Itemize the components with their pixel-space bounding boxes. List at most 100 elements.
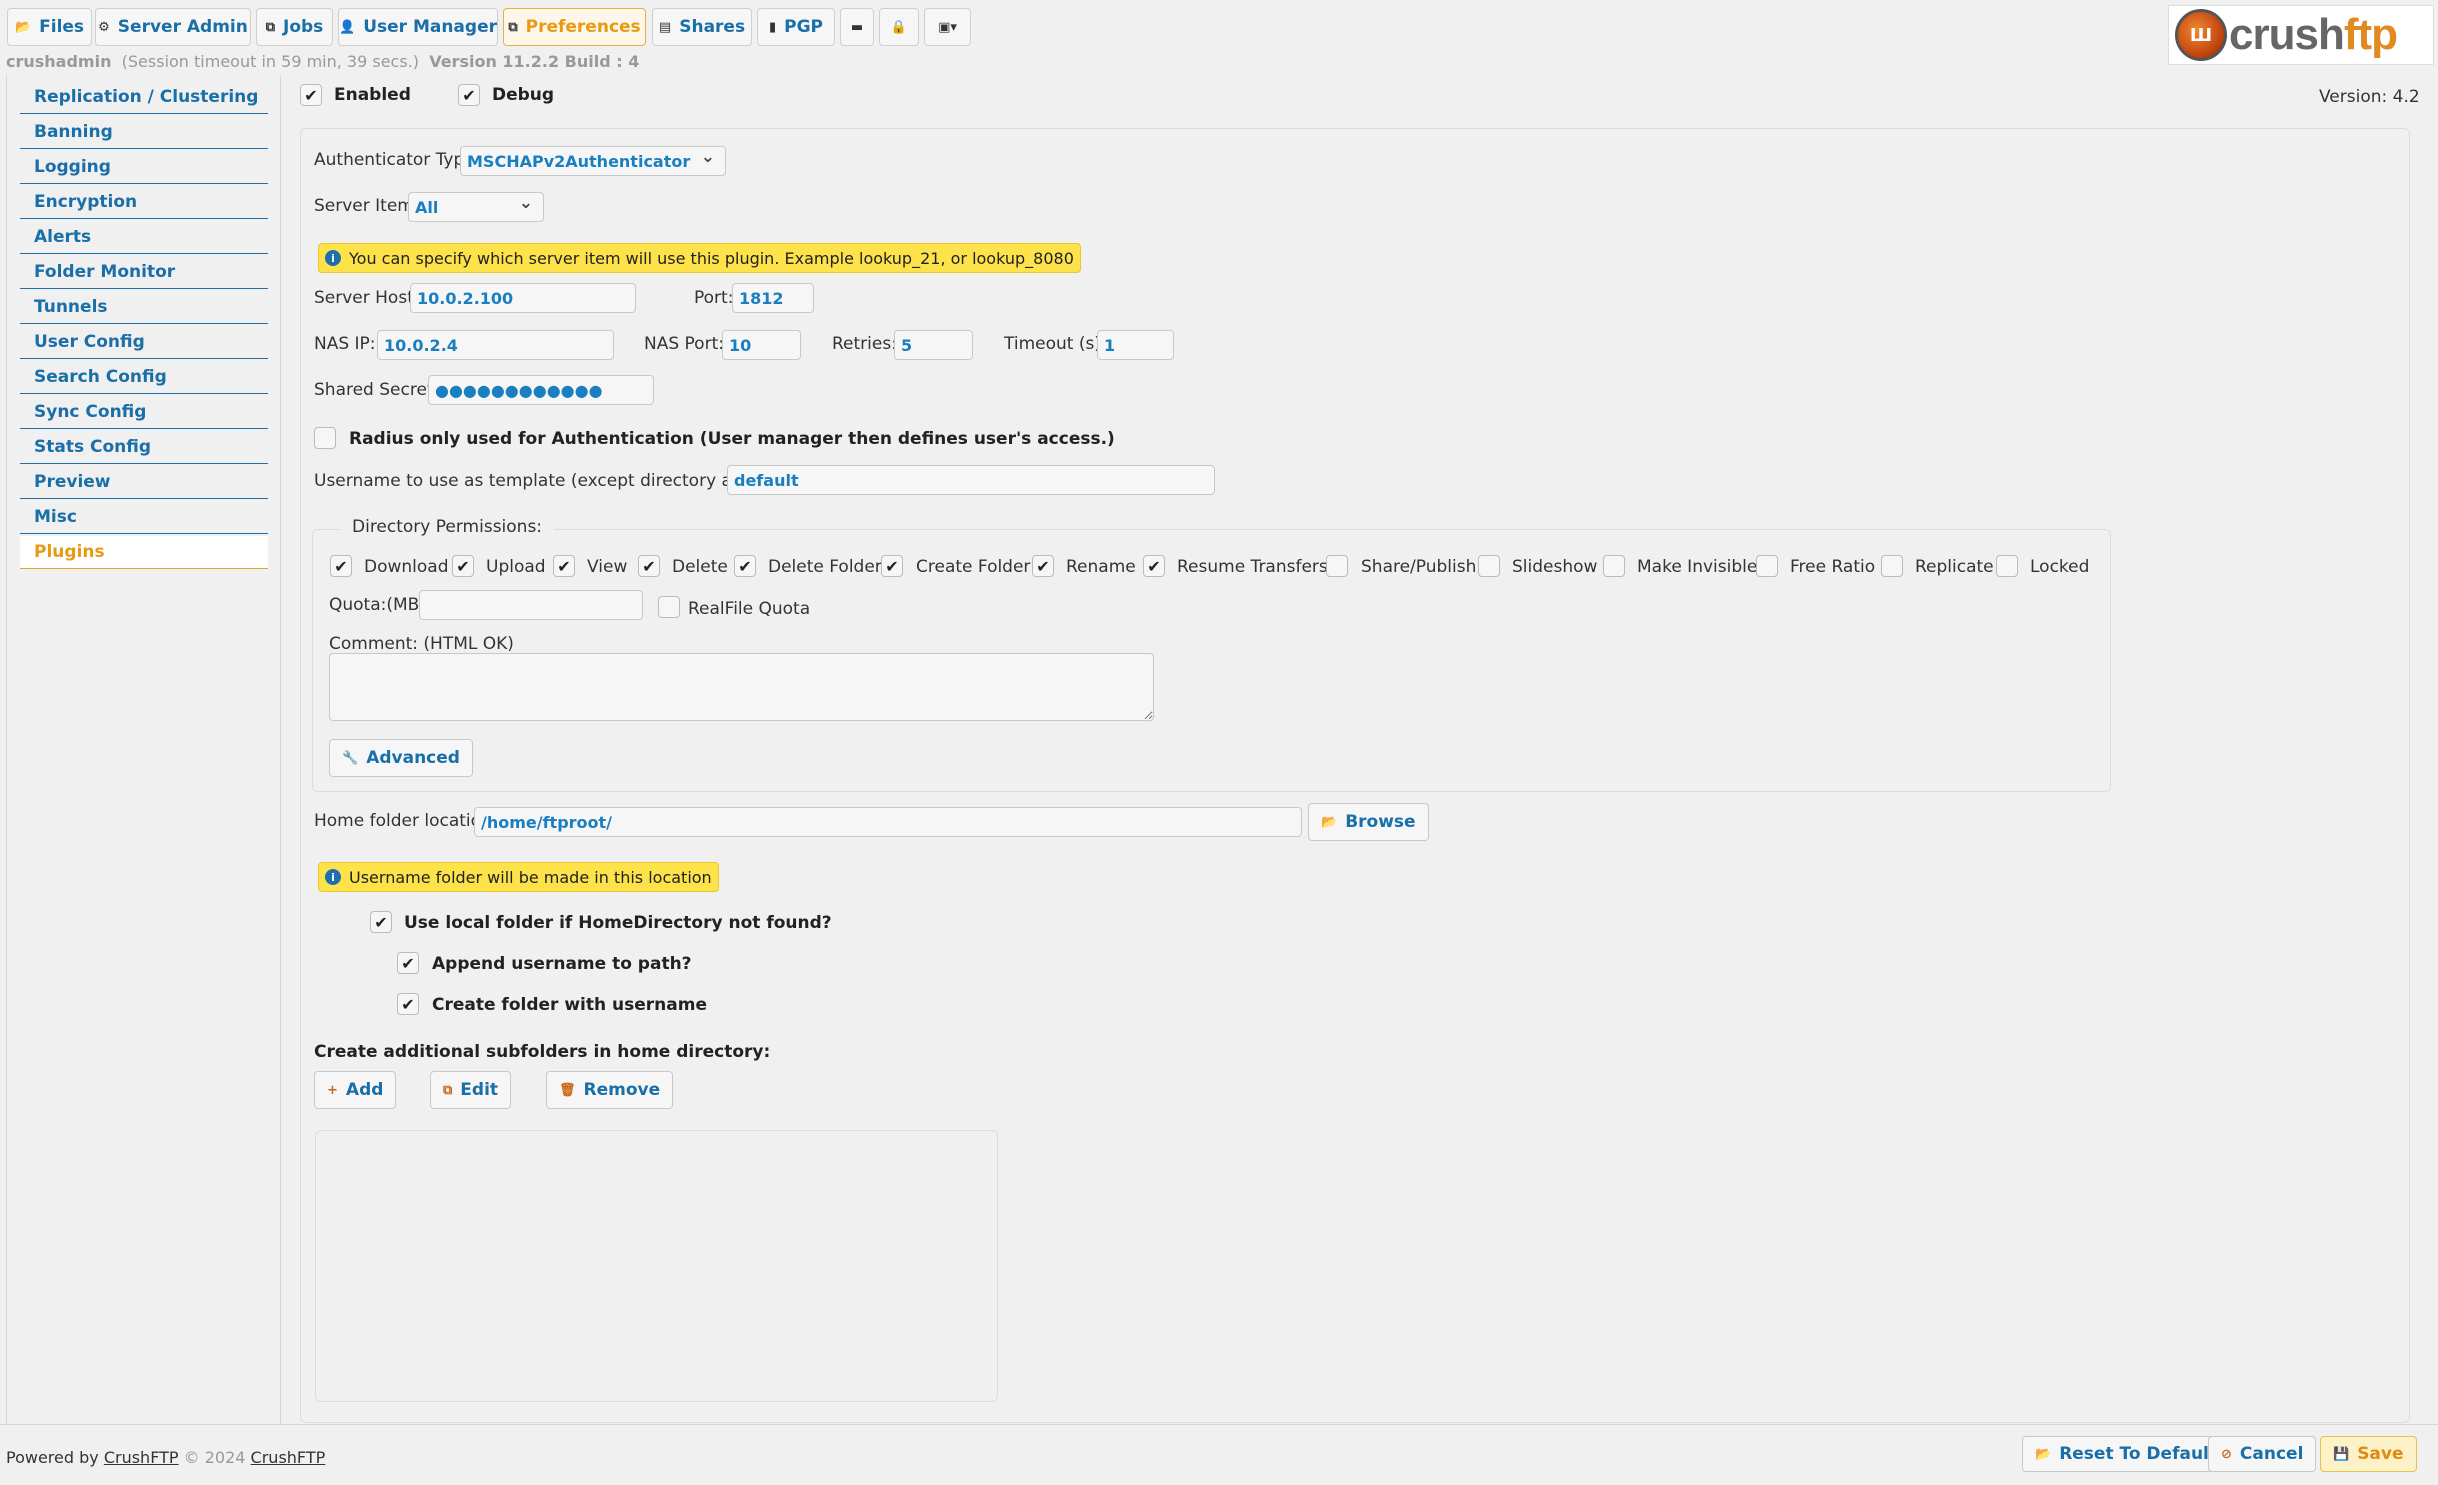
browse-button[interactable]: 📂 Browse (1308, 803, 1429, 841)
perm-replicate-checkbox[interactable] (1881, 555, 1903, 577)
sidebar-item-preview[interactable]: Preview (20, 466, 268, 499)
cancel-button-label: Cancel (2239, 1444, 2304, 1464)
tab-user-manager[interactable]: 👤 User Manager (338, 8, 498, 46)
edit-subfolder-button[interactable]: ⧉ Edit (430, 1071, 512, 1109)
sidebar-item-logging[interactable]: Logging (20, 151, 268, 184)
perm-rename-checkbox[interactable]: ✔ (1032, 555, 1054, 577)
session-user: crushadmin (6, 52, 112, 71)
logo-text-a: crush (2229, 10, 2345, 59)
nas-ip-label: NAS IP: (314, 334, 376, 354)
perm-delete-folder-label: Delete Folder (768, 557, 882, 577)
create-folder-username-checkbox[interactable]: ✔ (397, 993, 419, 1015)
home-folder-notice: i Username folder will be made in this l… (318, 862, 719, 892)
nas-ip-input[interactable]: 10.0.2.4 (377, 330, 614, 360)
authenticator-type-select[interactable]: MSCHAPv2Authenticator (460, 146, 726, 176)
sidebar-item-user-config[interactable]: User Config (20, 326, 268, 359)
tab-terminal[interactable]: ▬ (840, 8, 874, 46)
server-item-select[interactable]: All (408, 192, 544, 222)
quota-input[interactable] (419, 590, 643, 620)
comment-textarea[interactable] (329, 653, 1154, 721)
gear-icon: ⚙ (98, 19, 110, 35)
perm-resume-transfers-checkbox[interactable]: ✔ (1143, 555, 1165, 577)
perm-resume-transfers-label: Resume Transfers (1177, 557, 1328, 577)
create-folder-username-label: Create folder with username (432, 995, 707, 1015)
sidebar-item-sync-config[interactable]: Sync Config (20, 396, 268, 429)
tab-shares[interactable]: ▤ Shares (652, 8, 752, 46)
save-button[interactable]: 💾 Save (2320, 1436, 2417, 1472)
user-icon: 👤 (339, 19, 356, 35)
perm-upload-checkbox[interactable]: ✔ (452, 555, 474, 577)
sidebar-item-search-config[interactable]: Search Config (20, 361, 268, 394)
template-input[interactable]: default (727, 465, 1215, 495)
add-subfolder-button[interactable]: + Add (314, 1071, 397, 1109)
shared-secret-input[interactable]: ●●●●●●●●●●●● (428, 375, 654, 405)
perm-delete-folder-checkbox[interactable]: ✔ (734, 555, 756, 577)
copyright: © 2024 (183, 1448, 246, 1467)
tab-pgp[interactable]: ▮ PGP (757, 8, 835, 46)
sidebar-item-misc[interactable]: Misc (20, 501, 268, 534)
tab-files[interactable]: 📂 Files (7, 8, 92, 46)
quota-label: Quota:(MB) (329, 595, 426, 615)
tab-preferences[interactable]: ⧉ Preferences (503, 8, 646, 46)
tab-server-admin[interactable]: ⚙ Server Admin (95, 8, 251, 46)
use-local-folder-checkbox[interactable]: ✔ (370, 911, 392, 933)
sidebar-item-alerts[interactable]: Alerts (20, 221, 268, 254)
enabled-checkbox[interactable]: ✔ (300, 84, 322, 106)
debug-checkbox[interactable]: ✔ (458, 84, 480, 106)
tab-jobs[interactable]: ⧉ Jobs (256, 8, 333, 46)
server-host-input[interactable]: 10.0.2.100 (410, 283, 636, 313)
perm-download-checkbox[interactable]: ✔ (330, 555, 352, 577)
append-username-label: Append username to path? (432, 954, 692, 974)
port-input[interactable]: 1812 (732, 283, 814, 313)
shares-icon: ▤ (658, 19, 672, 35)
server-item-label: Server Item: (314, 196, 420, 216)
perm-download-label: Download (364, 557, 449, 577)
remove-subfolder-button[interactable]: 🗑 Remove (546, 1071, 674, 1109)
tab-jobs-label: Jobs (283, 17, 324, 37)
perm-view-label: View (587, 557, 628, 577)
logo-text-b: ftp (2343, 10, 2398, 59)
timeout-input[interactable]: 1 (1097, 330, 1174, 360)
perm-locked-checkbox[interactable] (1996, 555, 2018, 577)
trash-icon: 🗑 (559, 1082, 576, 1098)
sidebar-item-stats-config[interactable]: Stats Config (20, 431, 268, 464)
logo-text: crushftp (2229, 10, 2398, 60)
realfile-quota-checkbox[interactable] (658, 596, 680, 618)
tab-pgp-label: PGP (784, 17, 824, 37)
sidebar-item-encryption[interactable]: Encryption (20, 186, 268, 219)
perm-free-ratio-checkbox[interactable] (1756, 555, 1778, 577)
session-timeout: (Session timeout in 59 min, 39 secs.) (121, 52, 420, 71)
tab-user-manager-label: User Manager (363, 17, 497, 37)
crushftp-link[interactable]: CrushFTP (104, 1448, 179, 1467)
wrench-icon: 🔧 (342, 750, 359, 766)
advanced-button-label: Advanced (366, 748, 460, 768)
nas-port-input[interactable]: 10 (722, 330, 801, 360)
browse-button-label: Browse (1345, 812, 1416, 832)
append-username-checkbox[interactable]: ✔ (397, 952, 419, 974)
sidebar-item-banning[interactable]: Banning (20, 116, 268, 149)
perm-view-checkbox[interactable]: ✔ (553, 555, 575, 577)
subfolder-list[interactable] (315, 1130, 998, 1402)
cancel-button[interactable]: ⊘ Cancel (2208, 1436, 2317, 1472)
perm-delete-checkbox[interactable]: ✔ (638, 555, 660, 577)
edit-button-label: Edit (460, 1080, 499, 1100)
sidebar-item-folder-monitor[interactable]: Folder Monitor (20, 256, 268, 289)
crushftp-company-link[interactable]: CrushFTP (251, 1448, 326, 1467)
retries-input[interactable]: 5 (894, 330, 973, 360)
sidebar-item-replication[interactable]: Replication / Clustering (20, 81, 268, 114)
sidebar-item-tunnels[interactable]: Tunnels (20, 291, 268, 324)
reset-to-default-button[interactable]: 📂 Reset To Default (2022, 1436, 2231, 1472)
home-folder-input[interactable]: /home/ftproot/ (474, 807, 1302, 837)
add-button-label: Add (345, 1080, 384, 1100)
radius-only-checkbox[interactable] (314, 427, 336, 449)
sidebar-item-plugins[interactable]: Plugins (20, 536, 268, 569)
advanced-button[interactable]: 🔧 Advanced (329, 739, 473, 777)
cancel-icon: ⊘ (2221, 1446, 2232, 1462)
perm-share-publish-checkbox[interactable] (1326, 555, 1348, 577)
tab-image-menu[interactable]: ▣▾ (924, 8, 971, 46)
tab-lock[interactable]: 🔒 (879, 8, 919, 46)
perm-slideshow-checkbox[interactable] (1478, 555, 1500, 577)
perm-make-invisible-label: Make Invisible (1637, 557, 1758, 577)
perm-create-folder-checkbox[interactable]: ✔ (881, 555, 903, 577)
perm-make-invisible-checkbox[interactable] (1603, 555, 1625, 577)
